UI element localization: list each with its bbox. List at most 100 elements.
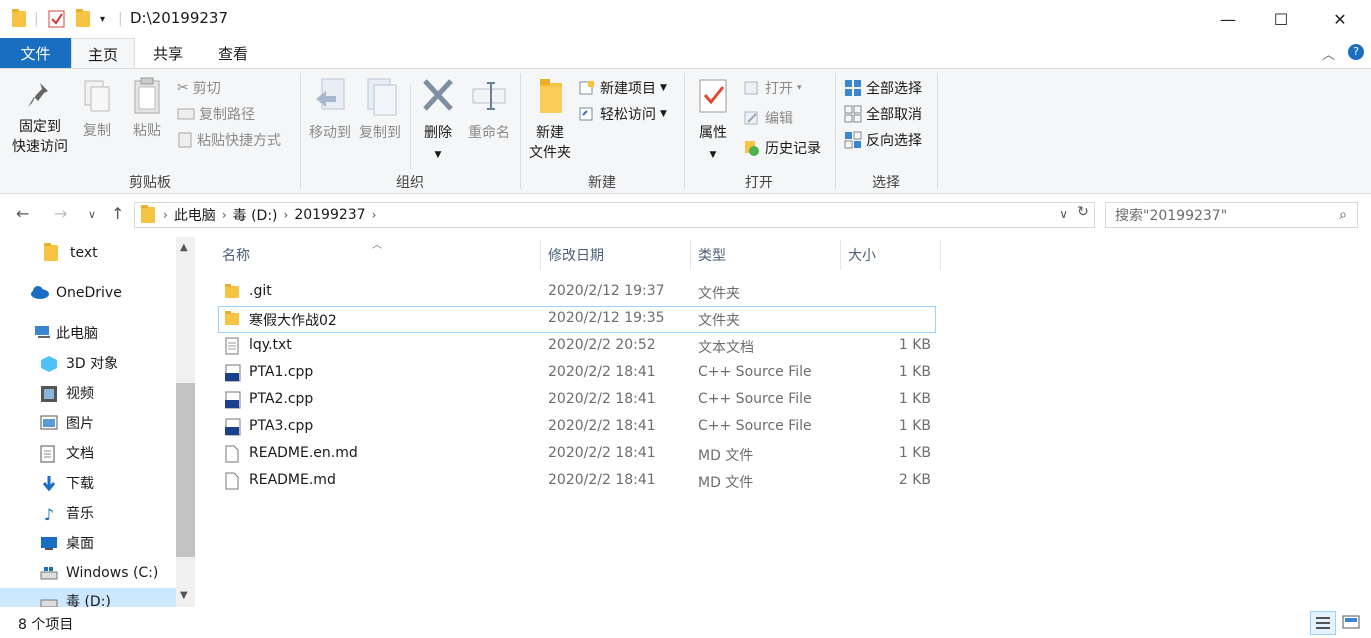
large-icons-view-icon[interactable] — [1340, 612, 1364, 634]
copy-path-button[interactable]: 复制路径 — [177, 104, 255, 124]
column-divider[interactable] — [940, 240, 941, 270]
history-button[interactable]: 历史记录 — [743, 138, 821, 158]
scroll-down-icon[interactable]: ▼ — [180, 590, 188, 601]
maximize-icon[interactable]: ☐ — [1251, 0, 1311, 38]
divider: | — [34, 11, 39, 27]
breadcrumb-separator[interactable]: › — [372, 208, 377, 222]
minimize-icon[interactable]: — — [1198, 0, 1258, 38]
cpp-file-icon — [224, 364, 241, 382]
group-label-clipboard: 剪贴板 — [129, 175, 171, 191]
edit-button[interactable]: 编辑 — [743, 108, 793, 128]
column-divider[interactable] — [840, 240, 841, 270]
file-row[interactable]: 寒假大作战02 2020/2/12 19:35 文件夹 — [218, 306, 936, 333]
select-none-icon — [844, 105, 862, 123]
breadcrumb-drive-d[interactable]: 毒 (D:) — [233, 205, 278, 225]
rename-icon — [472, 82, 506, 110]
nav-item-text[interactable]: text — [44, 240, 98, 266]
up-icon[interactable]: ↑ — [111, 204, 124, 223]
address-dropdown-icon[interactable]: ∨ — [1059, 207, 1068, 221]
breadcrumb-separator[interactable]: › — [222, 208, 227, 222]
easy-access-button[interactable]: 轻松访问 ▼ — [578, 104, 667, 124]
file-name: lqy.txt — [249, 337, 292, 353]
file-row[interactable]: PTA3.cpp 2020/2/2 18:41 C++ Source File … — [218, 414, 936, 441]
copy-button[interactable]: 复制 — [76, 79, 118, 141]
chevron-down-icon: ▼ — [660, 83, 667, 93]
cloud-icon — [30, 285, 49, 301]
file-row[interactable]: lqy.txt 2020/2/2 20:52 文本文档 1 KB — [218, 333, 936, 360]
search-input[interactable]: 搜索"20199237" ⌕ — [1105, 202, 1358, 228]
new-folder-quick-icon[interactable] — [76, 9, 90, 28]
easy-access-icon — [579, 107, 593, 121]
column-divider[interactable] — [690, 240, 691, 270]
column-header-name[interactable]: 名称 — [222, 240, 250, 270]
delete-button[interactable]: 删除 ▼ — [418, 77, 458, 165]
nav-item-desktop[interactable]: 桌面 — [40, 530, 94, 556]
file-row[interactable]: PTA2.cpp 2020/2/2 18:41 C++ Source File … — [218, 387, 936, 414]
tab-file[interactable]: 文件 — [0, 38, 71, 68]
paste-icon — [134, 77, 160, 114]
breadcrumb-separator[interactable]: › — [284, 208, 289, 222]
close-icon[interactable]: ✕ — [1310, 0, 1370, 38]
help-icon[interactable]: ? — [1348, 44, 1364, 60]
search-icon[interactable]: ⌕ — [1339, 207, 1347, 223]
back-icon[interactable]: ← — [16, 204, 29, 223]
select-all-button[interactable]: 全部选择 — [844, 78, 922, 98]
refresh-icon[interactable]: ↻ — [1072, 204, 1094, 226]
column-divider[interactable] — [540, 240, 541, 270]
group-divider — [937, 73, 938, 189]
paste-button[interactable]: 粘贴 — [126, 77, 168, 141]
move-to-button[interactable]: 移动到 — [305, 77, 355, 143]
file-row[interactable]: PTA1.cpp 2020/2/2 18:41 C++ Source File … — [218, 360, 936, 387]
column-header-size[interactable]: 大小 — [848, 240, 876, 270]
nav-item-pictures[interactable]: 图片 — [40, 410, 94, 436]
scroll-up-icon[interactable]: ▲ — [180, 242, 188, 253]
details-view-icon[interactable] — [1310, 611, 1336, 635]
folder-icon — [224, 283, 240, 301]
tab-home[interactable]: 主页 — [71, 38, 135, 69]
address-bar[interactable]: › 此电脑 › 毒 (D:) › 20199237 › ∨ — [134, 202, 1095, 228]
cut-button[interactable]: ✂ 剪切 — [177, 78, 221, 98]
recent-locations-icon[interactable]: ∨ — [88, 208, 96, 221]
nav-item-documents[interactable]: 文档 — [40, 440, 94, 466]
nav-item-this-pc[interactable]: 此电脑 — [34, 320, 98, 346]
nav-item-downloads[interactable]: 下载 — [40, 470, 94, 496]
nav-item-onedrive[interactable]: OneDrive — [30, 280, 122, 306]
chevron-down-icon: ▼ — [434, 150, 442, 160]
nav-scrollbar-thumb[interactable] — [176, 383, 195, 557]
file-row[interactable]: .git 2020/2/12 19:37 文件夹 — [218, 279, 936, 306]
pin-to-quick-access-button[interactable]: 固定到 快速访问 — [8, 79, 72, 157]
breadcrumb-this-pc[interactable]: 此电脑 — [174, 205, 216, 225]
invert-selection-button[interactable]: 反向选择 — [844, 130, 922, 150]
properties-button[interactable]: 属性 ▼ — [692, 77, 734, 165]
history-icon — [745, 141, 759, 156]
delete-icon — [423, 79, 453, 111]
rename-button[interactable]: 重命名 — [464, 77, 514, 143]
new-folder-button[interactable]: 新建 文件夹 — [524, 77, 576, 163]
breadcrumb-separator[interactable]: › — [163, 208, 168, 222]
forward-icon[interactable]: → — [54, 204, 67, 223]
paste-shortcut-button[interactable]: 粘贴快捷方式 — [177, 130, 281, 150]
nav-item-windows-c[interactable]: Windows (C:) — [40, 560, 158, 586]
copy-to-button[interactable]: 复制到 — [356, 77, 404, 143]
column-header-type[interactable]: 类型 — [698, 240, 726, 270]
file-row[interactable]: README.en.md 2020/2/2 18:41 MD 文件 1 KB — [218, 441, 936, 468]
document-icon — [40, 445, 58, 463]
file-type: 文本文档 — [698, 340, 754, 356]
column-header-modified[interactable]: 修改日期 — [548, 240, 604, 270]
collapse-ribbon-icon[interactable]: ︿ — [1322, 44, 1335, 63]
file-row[interactable]: README.md 2020/2/2 18:41 MD 文件 2 KB — [218, 468, 936, 495]
nav-item-drive-d[interactable]: 毒 (D:) — [0, 588, 176, 607]
tab-share[interactable]: 共享 — [140, 38, 196, 69]
customize-quick-access-icon[interactable]: ▾ — [100, 10, 105, 28]
select-none-button[interactable]: 全部取消 — [844, 104, 922, 124]
nav-item-music[interactable]: ♪ 音乐 — [40, 500, 94, 526]
item-count: 8 个项目 — [18, 617, 74, 633]
breadcrumb-folder[interactable]: 20199237 — [294, 207, 365, 223]
nav-item-3d-objects[interactable]: 3D 对象 — [40, 350, 118, 376]
paste-shortcut-icon — [178, 132, 192, 148]
properties-quick-icon[interactable] — [48, 10, 66, 28]
new-item-button[interactable]: 新建项目 ▼ — [578, 78, 667, 98]
nav-item-videos[interactable]: 视频 — [40, 380, 94, 406]
tab-view[interactable]: 查看 — [205, 38, 261, 69]
open-button[interactable]: 打开 ▾ — [743, 78, 802, 98]
